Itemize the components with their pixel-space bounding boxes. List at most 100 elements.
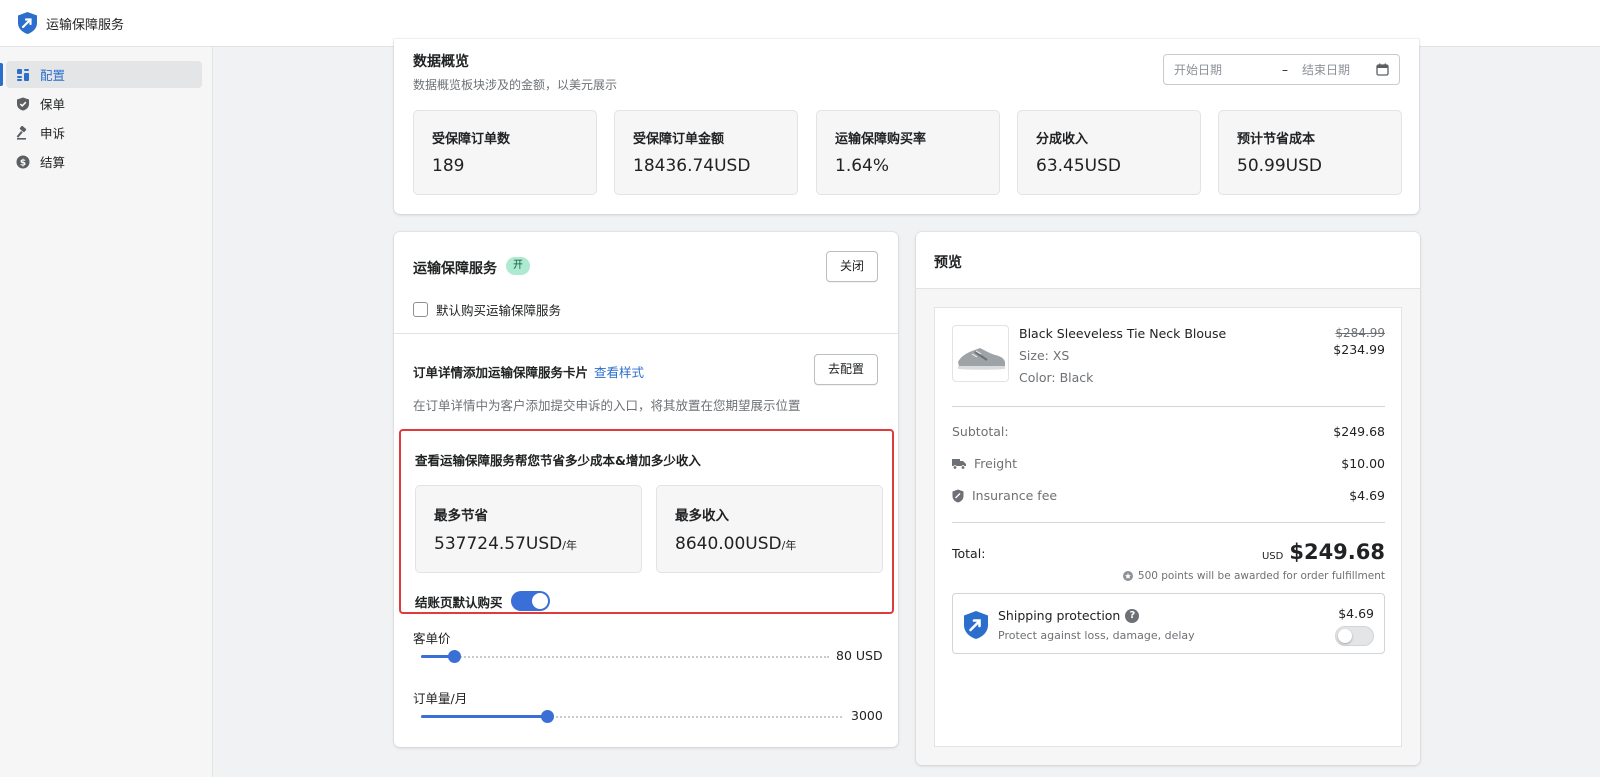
checkout-preview: Black Sleeveless Tie Neck Blouse Size: X…: [934, 307, 1402, 747]
default-purchase-checkbox[interactable]: [413, 302, 428, 317]
orders-slider-thumb[interactable]: [541, 710, 554, 723]
calculator-title: 查看运输保障服务帮您节省多少成本&增加多少收入: [415, 453, 701, 468]
freight-label-group: Freight: [952, 456, 1017, 471]
order-detail-card-desc: 在订单详情中为客户添加提交申诉的入口，将其放置在您期望展示位置: [413, 398, 801, 413]
freight-value: $10.00: [1341, 456, 1385, 471]
service-title: 运输保障服务: [413, 261, 497, 277]
sidebar-item-config[interactable]: 配置: [0, 61, 202, 88]
freight-label: Freight: [974, 456, 1018, 471]
product-name: Black Sleeveless Tie Neck Blouse: [1019, 326, 1227, 341]
subtotal-value: $249.68: [1333, 424, 1385, 439]
overview-title: 数据概览: [413, 54, 469, 70]
stat-estimated-savings: 预计节省成本 50.99USD: [1218, 110, 1402, 195]
stat-value: 18436.74USD: [633, 156, 751, 176]
date-range-picker[interactable]: 开始日期 – 结束日期: [1163, 54, 1400, 85]
stat-value: 1.64%: [835, 156, 890, 176]
sidebar-item-policies[interactable]: 保单: [6, 90, 202, 117]
aov-value: 80 USD: [836, 648, 883, 663]
max-income-label: 最多收入: [675, 508, 729, 524]
default-purchase-checkbox-row[interactable]: 默认购买运输保障服务: [413, 300, 561, 319]
max-savings-value: 537724.57USD/年: [434, 534, 577, 554]
shipping-protection-title: Shipping protection: [998, 608, 1121, 623]
shipping-protection-toggle[interactable]: [1335, 626, 1374, 646]
close-service-button[interactable]: 关闭: [826, 251, 879, 282]
stat-label: 运输保障购买率: [835, 132, 927, 147]
shield-check-icon: [16, 97, 30, 111]
stat-purchase-rate: 运输保障购买率 1.64%: [816, 110, 1000, 195]
help-question-icon[interactable]: ?: [1125, 608, 1140, 623]
points-text: 500 points will be awarded for order ful…: [1137, 570, 1385, 582]
aov-slider-track[interactable]: [421, 656, 829, 658]
stat-protected-amount: 受保障订单金额 18436.74USD: [614, 110, 798, 195]
insurance-row: Insurance fee $4.69: [952, 488, 1385, 503]
aov-label: 客单价: [413, 631, 451, 646]
sidebar-item-label: 结算: [40, 155, 66, 170]
view-style-link[interactable]: 查看样式: [594, 362, 644, 381]
shipping-protection-logo-icon: [18, 12, 37, 34]
svg-text:$: $: [20, 158, 26, 168]
stat-value: 189: [432, 156, 465, 176]
insurance-value: $4.69: [1349, 488, 1385, 503]
configure-button[interactable]: 去配置: [814, 354, 879, 385]
sidebar-item-label: 保单: [40, 97, 66, 112]
gavel-icon: [16, 125, 30, 140]
max-income-value: 8640.00USD/年: [675, 534, 796, 554]
stat-label: 分成收入: [1036, 132, 1089, 147]
truck-icon: [952, 458, 966, 470]
order-detail-card-title: 订单详情添加运输保障服务卡片: [413, 365, 589, 380]
max-income-amount: 8640.00USD: [675, 534, 782, 554]
date-separator: –: [1282, 62, 1288, 77]
checkbox-label: 默认购买运输保障服务: [436, 303, 562, 318]
toggle-knob: [1338, 629, 1352, 643]
checkout-default-label: 结账页默认购买: [415, 594, 503, 610]
calendar-icon[interactable]: [1376, 63, 1389, 76]
shipping-protection-service-card: 运输保障服务 开 关闭 默认购买运输保障服务 订单详情添加运输保障服务卡片 查看…: [394, 232, 898, 747]
overview-subtitle: 数据概览板块涉及的金额，以美元展示: [413, 78, 618, 92]
sidebar: 配置 保单 申诉 $ 结算: [0, 47, 213, 777]
orders-value: 3000: [851, 708, 883, 723]
stat-value: 63.45USD: [1036, 156, 1121, 176]
sidebar-item-label: 配置: [40, 68, 66, 83]
preview-title: 预览: [934, 255, 962, 271]
checkout-default-toggle[interactable]: [510, 591, 550, 611]
total-label: Total:: [952, 546, 986, 561]
shipping-protection-desc: Protect against loss, damage, delay: [998, 629, 1195, 642]
divider: [394, 333, 898, 334]
aov-slider-block: 客单价 80 USD: [413, 628, 883, 663]
product-color: Color: Black: [1019, 370, 1094, 385]
subtotal-label: Subtotal:: [952, 424, 1009, 439]
points-coin-icon: [1122, 571, 1133, 581]
max-savings-box: 最多节省 537724.57USD/年: [415, 485, 642, 573]
insurance-label: Insurance fee: [972, 488, 1058, 503]
aov-slider-thumb[interactable]: [448, 650, 461, 663]
freight-row: Freight $10.00: [952, 456, 1385, 471]
per-year-unit: /年: [781, 539, 797, 552]
max-savings-amount: 537724.57USD: [434, 534, 563, 554]
end-date-input[interactable]: 结束日期: [1296, 61, 1376, 78]
app-title: 运输保障服务: [46, 17, 125, 33]
orders-slider-fill: [421, 715, 547, 718]
savings-calculator-highlight: 查看运输保障服务帮您节省多少成本&增加多少收入 最多节省 537724.57US…: [399, 429, 894, 614]
checkout-default-row: 结账页默认购买: [415, 591, 550, 611]
total-value: USD $249.68: [1262, 540, 1385, 564]
stat-revenue-share: 分成收入 63.45USD: [1017, 110, 1201, 195]
shield-icon: [952, 489, 964, 502]
stat-protected-orders: 受保障订单数 189: [413, 110, 597, 195]
orders-slider-block: 订单量/月 3000: [413, 688, 883, 723]
per-year-unit: /年: [562, 539, 577, 552]
shipping-protection-shield-icon: [964, 611, 988, 639]
orders-label: 订单量/月: [413, 691, 468, 706]
insurance-label-group: Insurance fee: [952, 488, 1057, 503]
product-thumbnail: [952, 325, 1009, 382]
shipping-protection-widget: Shipping protection ? Protect against lo…: [952, 593, 1385, 654]
start-date-input[interactable]: 开始日期: [1174, 61, 1274, 78]
toggle-knob: [531, 593, 548, 609]
stat-label: 预计节省成本: [1237, 132, 1316, 147]
data-overview-card: 数据概览 数据概览板块涉及的金额，以美元展示 开始日期 – 结束日期 受保障订单…: [394, 39, 1419, 214]
sidebar-item-label: 申诉: [40, 126, 66, 141]
sidebar-item-appeals[interactable]: 申诉: [6, 119, 202, 146]
sidebar-item-settlement[interactable]: $ 结算: [6, 148, 202, 175]
divider: [952, 522, 1385, 523]
subtotal-row: Subtotal: $249.68: [952, 424, 1385, 439]
divider: [952, 406, 1385, 407]
